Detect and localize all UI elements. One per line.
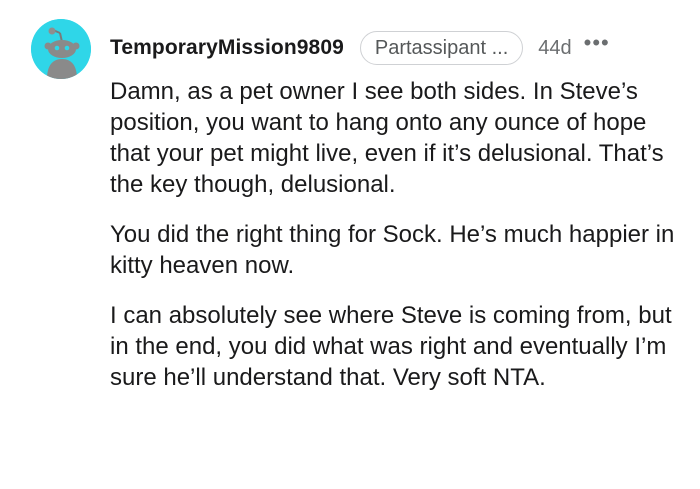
user-flair: Partassipant ... [359,31,524,65]
comment-body: Damn, as a pet owner I see both sides. I… [110,76,685,412]
more-options-icon[interactable]: ••• [584,32,610,54]
avatar[interactable] [31,19,91,79]
comment-paragraph: You did the right thing for Sock. He’s m… [110,221,675,279]
comment: TemporaryMission9809 Partassipant ... 44… [0,0,700,489]
comment-paragraph: I can absolutely see where Steve is comi… [110,302,672,391]
comment-age: 44d [538,36,572,59]
comment-paragraph: Damn, as a pet owner I see both sides. I… [110,78,664,198]
username[interactable]: TemporaryMission9809 [110,36,344,60]
comment-header: TemporaryMission9809 Partassipant ... 44… [110,30,610,66]
snoo-avatar-icon [31,19,91,79]
